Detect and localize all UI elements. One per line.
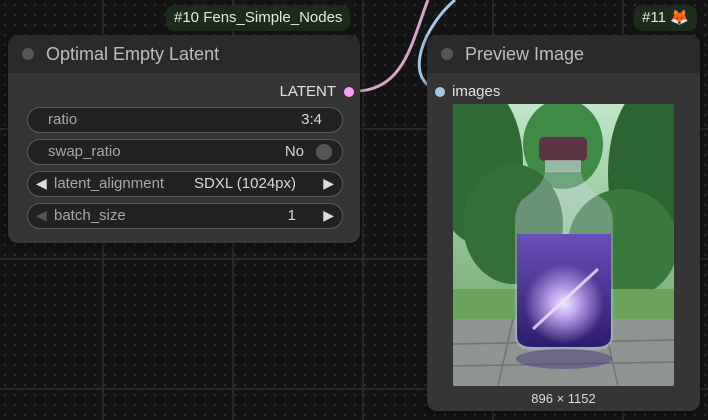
- ratio-value: 3:4: [301, 111, 322, 128]
- node-title-bar[interactable]: Optimal Empty Latent: [8, 35, 360, 73]
- node-11-badge-text: #11 🦊: [642, 9, 689, 26]
- optimal-empty-latent-node[interactable]: Optimal Empty Latent LATENT ratio 3:4 sw…: [8, 35, 360, 243]
- latent-output-port[interactable]: [344, 87, 354, 97]
- increment-arrow-icon[interactable]: ▶: [323, 175, 334, 192]
- increment-arrow-icon[interactable]: ▶: [323, 207, 334, 224]
- ratio-widget[interactable]: ratio 3:4: [27, 107, 343, 133]
- preview-image-node[interactable]: Preview Image images 896 × 1152: [427, 35, 700, 411]
- swap-ratio-label: swap_ratio: [48, 143, 121, 160]
- batch-size-label: batch_size: [54, 207, 126, 224]
- node-10-badge: #10 Fens_Simple_Nodes: [166, 5, 351, 31]
- batch-size-widget[interactable]: ◀ batch_size 1 ▶: [27, 203, 343, 229]
- collapse-dot-icon[interactable]: [22, 48, 34, 60]
- node-11-badge: #11 🦊: [634, 5, 697, 31]
- batch-size-value: 1: [287, 207, 296, 224]
- latent-link-wire: [354, 0, 430, 93]
- node-title-bar[interactable]: Preview Image: [427, 35, 700, 73]
- collapse-dot-icon[interactable]: [441, 48, 453, 60]
- swap-ratio-value: No: [284, 143, 304, 160]
- latent-alignment-widget[interactable]: ◀ latent_alignment SDXL (1024px) ▶: [27, 171, 343, 197]
- latent-alignment-value: SDXL (1024px): [194, 175, 296, 192]
- swap-ratio-widget[interactable]: swap_ratio No: [27, 139, 343, 165]
- potion-bottle-image: [453, 104, 674, 386]
- images-input-label: images: [452, 83, 501, 100]
- node-10-badge-text: #10 Fens_Simple_Nodes: [174, 9, 343, 26]
- latent-alignment-label: latent_alignment: [54, 175, 165, 192]
- image-dimensions-caption: 896 × 1152: [531, 391, 596, 406]
- node-title: Preview Image: [465, 44, 585, 64]
- decrement-arrow-icon[interactable]: ◀: [36, 175, 47, 192]
- node-title: Optimal Empty Latent: [46, 44, 220, 64]
- toggle-off-icon[interactable]: [316, 144, 332, 160]
- preview-image[interactable]: [453, 104, 674, 386]
- images-input-port[interactable]: [435, 87, 445, 97]
- decrement-arrow-icon[interactable]: ◀: [36, 207, 47, 224]
- latent-output-label: LATENT: [279, 83, 336, 100]
- ratio-label: ratio: [48, 111, 78, 128]
